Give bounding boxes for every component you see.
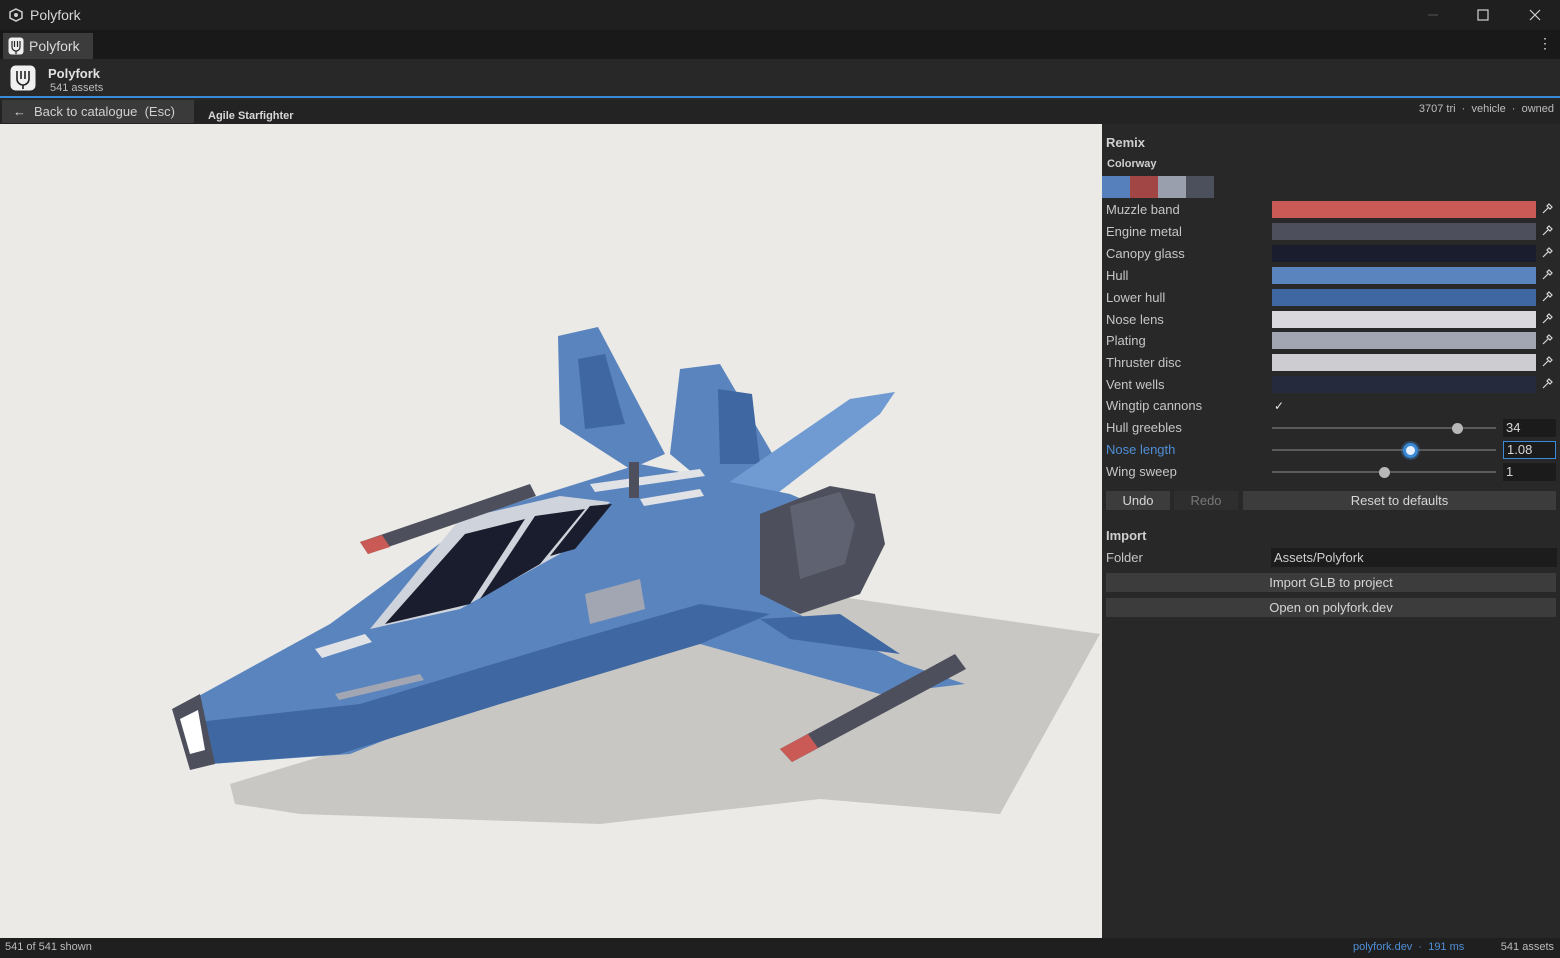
asset-count: 541 assets bbox=[50, 82, 104, 94]
asset-title: Agile Starfighter bbox=[208, 110, 294, 122]
colorway-swatches bbox=[1102, 176, 1214, 198]
minimize-icon bbox=[1428, 14, 1438, 16]
color-swatch-bar[interactable] bbox=[1272, 201, 1536, 218]
shown-count: 541 of 541 shown bbox=[5, 941, 92, 953]
total-assets: 541 assets bbox=[1500, 941, 1554, 953]
color-swatch-bar[interactable] bbox=[1272, 332, 1536, 350]
eyedropper-icon[interactable] bbox=[1539, 201, 1555, 217]
polyfork-logo-icon bbox=[10, 65, 36, 91]
slider-label: Wing sweep bbox=[1106, 464, 1177, 479]
redo-button[interactable]: Redo bbox=[1174, 491, 1238, 510]
status-bar: 541 of 541 shown polyfork.dev · 191 ms 5… bbox=[0, 938, 1560, 958]
asset-subbar: ← Back to catalogue (Esc) Agile Starfigh… bbox=[0, 100, 1560, 124]
back-to-catalogue-button[interactable]: ← Back to catalogue (Esc) bbox=[2, 100, 194, 123]
maximize-icon bbox=[1477, 9, 1489, 21]
slider-handle[interactable] bbox=[1403, 442, 1419, 458]
minimize-button[interactable] bbox=[1408, 0, 1458, 30]
checkmark-icon: ✓ bbox=[1273, 399, 1285, 413]
asset-meta: 3707 tri · vehicle · owned bbox=[1418, 103, 1554, 115]
colorway-label: Colorway bbox=[1107, 158, 1157, 170]
color-row-label: Engine metal bbox=[1106, 223, 1182, 239]
slider-handle[interactable] bbox=[1378, 466, 1390, 478]
color-swatch-bar[interactable] bbox=[1272, 288, 1536, 306]
eyedropper-icon[interactable] bbox=[1539, 311, 1555, 327]
colorway-swatch[interactable] bbox=[1130, 176, 1158, 198]
slider-value-input[interactable]: 1.08 bbox=[1503, 441, 1556, 459]
color-row-label: Lower hull bbox=[1106, 289, 1166, 305]
color-swatch-bar[interactable] bbox=[1272, 266, 1536, 284]
close-button[interactable] bbox=[1510, 0, 1560, 30]
folder-label: Folder bbox=[1106, 550, 1143, 565]
eyedropper-icon[interactable] bbox=[1539, 267, 1555, 283]
eyedropper-icon[interactable] bbox=[1539, 289, 1555, 305]
close-icon bbox=[1529, 9, 1541, 21]
app-icon bbox=[9, 8, 23, 22]
slider-track[interactable] bbox=[1272, 449, 1496, 451]
starfighter-model bbox=[172, 327, 1100, 824]
color-row-label: Thruster disc bbox=[1106, 355, 1182, 371]
more-options-icon[interactable]: ⋮ bbox=[1538, 36, 1552, 50]
eyedropper-icon[interactable] bbox=[1539, 376, 1555, 392]
color-swatch-bar[interactable] bbox=[1272, 244, 1536, 262]
color-swatch-bar[interactable] bbox=[1272, 354, 1536, 372]
import-glb-label: Import GLB to project bbox=[1269, 575, 1393, 590]
eyedropper-icon[interactable] bbox=[1539, 223, 1555, 239]
color-row-label: Hull bbox=[1106, 267, 1129, 283]
color-row-label: Muzzle band bbox=[1106, 202, 1180, 217]
open-website-label: Open on polyfork.dev bbox=[1269, 600, 1393, 615]
slider-label: Nose length bbox=[1106, 442, 1176, 457]
import-section-title: Import bbox=[1106, 528, 1147, 543]
slider-label: Hull greebles bbox=[1106, 420, 1182, 435]
app-header: Polyfork 541 assets bbox=[0, 59, 1560, 98]
colorway-swatch[interactable] bbox=[1102, 176, 1130, 198]
wingtip-cannons-checkbox[interactable]: ✓ bbox=[1272, 399, 1286, 413]
colorway-swatch[interactable] bbox=[1158, 176, 1186, 198]
eyedropper-icon[interactable] bbox=[1539, 245, 1555, 261]
model-viewport[interactable] bbox=[0, 124, 1102, 938]
colorway-swatch[interactable] bbox=[1186, 176, 1214, 198]
color-row-label: Nose lens bbox=[1106, 311, 1164, 327]
polyfork-logo-icon bbox=[8, 37, 24, 55]
tab-polyfork[interactable]: Polyfork bbox=[3, 33, 93, 59]
color-swatch-bar[interactable] bbox=[1272, 310, 1536, 328]
slider-handle[interactable] bbox=[1452, 422, 1464, 434]
tab-bar: Polyfork ⋮ bbox=[0, 30, 1560, 59]
undo-label: Undo bbox=[1122, 493, 1154, 508]
tab-label: Polyfork bbox=[29, 38, 80, 54]
undo-button[interactable]: Undo bbox=[1106, 491, 1170, 510]
maximize-button[interactable] bbox=[1458, 0, 1508, 30]
arrow-left-icon: ← bbox=[13, 104, 26, 119]
slider-value-input[interactable]: 34 bbox=[1503, 419, 1556, 437]
reset-label: Reset to defaults bbox=[1350, 493, 1449, 508]
folder-input[interactable]: Assets/Polyfork bbox=[1271, 548, 1557, 567]
app-name: Polyfork bbox=[48, 66, 101, 81]
slider-value-input[interactable]: 1 bbox=[1503, 463, 1556, 481]
window-title: Polyfork bbox=[30, 7, 81, 23]
eyedropper-icon[interactable] bbox=[1539, 354, 1555, 370]
remix-section-title: Remix bbox=[1106, 135, 1146, 150]
website-link[interactable]: polyfork.dev · 191 ms bbox=[1353, 941, 1464, 953]
color-row-label: Canopy glass bbox=[1106, 245, 1185, 261]
wingtip-cannons-label: Wingtip cannons bbox=[1106, 398, 1203, 413]
title-bar: Polyfork bbox=[0, 0, 1560, 30]
redo-label: Redo bbox=[1190, 493, 1222, 508]
color-row-label: Plating bbox=[1106, 333, 1146, 349]
import-glb-button[interactable]: Import GLB to project bbox=[1106, 573, 1556, 592]
color-swatch-bar[interactable] bbox=[1272, 376, 1536, 394]
eyedropper-icon[interactable] bbox=[1539, 332, 1555, 348]
reset-defaults-button[interactable]: Reset to defaults bbox=[1243, 491, 1556, 510]
color-swatch-bar[interactable] bbox=[1272, 222, 1536, 240]
remix-panel: Remix Colorway Muzzle band Engine metal Ca… bbox=[1102, 124, 1560, 938]
open-website-button[interactable]: Open on polyfork.dev bbox=[1106, 598, 1556, 617]
back-button-label: Back to catalogue (Esc) bbox=[34, 104, 175, 119]
color-row-label: Vent wells bbox=[1106, 377, 1165, 393]
